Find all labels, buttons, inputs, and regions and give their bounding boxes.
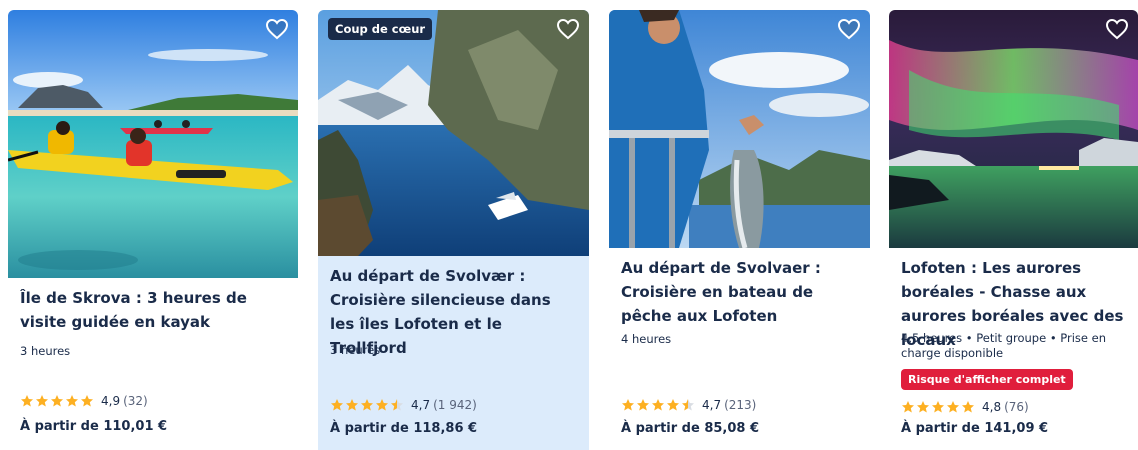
star-icon: [961, 400, 975, 414]
card-photo[interactable]: [318, 10, 589, 256]
rating-stars: [621, 398, 696, 412]
card-photo[interactable]: [8, 10, 298, 278]
star-icon: [946, 400, 960, 414]
card-rating: 4,7 (213): [621, 398, 756, 412]
star-icon: [375, 398, 389, 412]
card-duration: 3 heures: [330, 343, 381, 357]
aurora-photo: [889, 10, 1138, 248]
coup-de-coeur-badge: Coup de cœur: [328, 18, 433, 40]
card-photo[interactable]: [609, 10, 870, 248]
star-icon: [666, 398, 680, 412]
risk-badge: Risque d'afficher complet: [901, 369, 1073, 390]
fishing-photo: [609, 10, 870, 248]
card-title[interactable]: Au départ de Svolvaer : Croisière en bat…: [621, 256, 858, 328]
star-icon: [931, 400, 945, 414]
star-icon: [65, 394, 79, 408]
star-icon: [390, 398, 404, 412]
star-icon: [651, 398, 665, 412]
heart-outline-icon[interactable]: [1104, 16, 1130, 42]
star-icon: [345, 398, 359, 412]
review-count: (32): [123, 394, 148, 408]
fjord-photo: [318, 10, 589, 256]
heart-outline-icon[interactable]: [555, 16, 581, 42]
kayak-photo: [8, 10, 298, 278]
review-count: (213): [724, 398, 757, 412]
card-duration: 4 heures: [621, 332, 672, 346]
card-price: À partir de 141,09 €: [901, 421, 1049, 436]
star-icon: [901, 400, 915, 414]
star-icon: [35, 394, 49, 408]
rating-stars: [20, 394, 95, 408]
rating-stars: [330, 398, 405, 412]
activity-card-skrova-kayak[interactable]: Île de Skrova : 3 heures de visite guidé…: [8, 10, 298, 450]
card-rating: 4,9 (32): [20, 394, 148, 408]
star-icon: [360, 398, 374, 412]
activity-card-fishing-cruise[interactable]: Au départ de Svolvaer : Croisière en bat…: [609, 10, 870, 450]
heart-outline-icon[interactable]: [836, 16, 862, 42]
star-icon: [330, 398, 344, 412]
card-rating: 4,8 (76): [901, 400, 1029, 414]
heart-outline-icon[interactable]: [264, 16, 290, 42]
rating-score: 4,7: [411, 398, 431, 412]
card-photo[interactable]: [889, 10, 1138, 248]
card-duration: 3 heures: [20, 344, 71, 358]
star-icon: [621, 398, 635, 412]
review-count: (76): [1004, 400, 1029, 414]
activity-card-trollfjord-cruise[interactable]: Coup de cœur Au départ de Svolvær : Croi…: [318, 10, 589, 450]
card-price: À partir de 118,86 €: [330, 421, 478, 436]
card-duration: 4,5 heures • Petit groupe • Prise en cha…: [901, 331, 1107, 360]
rating-score: 4,7: [702, 398, 722, 412]
rating-stars: [901, 400, 976, 414]
card-price: À partir de 85,08 €: [621, 421, 760, 436]
card-price: À partir de 110,01 €: [20, 419, 168, 434]
star-icon: [20, 394, 34, 408]
review-count: (1 942): [433, 398, 477, 412]
rating-score: 4,8: [982, 400, 1002, 414]
star-icon: [50, 394, 64, 408]
star-icon: [916, 400, 930, 414]
star-icon: [636, 398, 650, 412]
rating-score: 4,9: [101, 394, 121, 408]
activity-card-northern-lights[interactable]: Lofoten : Les aurores boréales - Chasse …: [889, 10, 1138, 450]
star-icon: [681, 398, 695, 412]
star-icon: [80, 394, 94, 408]
card-rating: 4,7 (1 942): [330, 398, 477, 412]
card-title[interactable]: Île de Skrova : 3 heures de visite guidé…: [20, 286, 286, 334]
